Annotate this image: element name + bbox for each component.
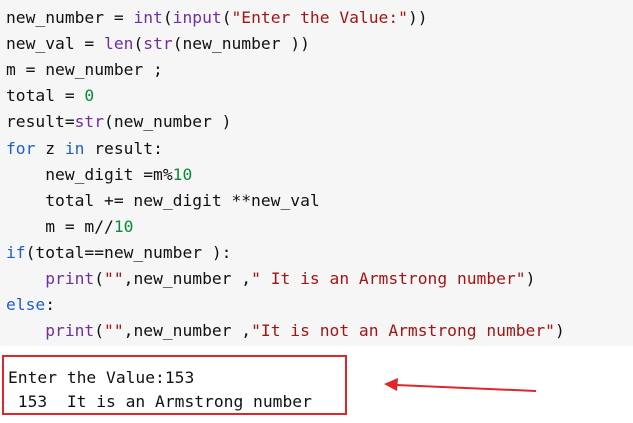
code-token-plain: new_digit =m% bbox=[6, 164, 173, 184]
code-line: total = 0 bbox=[6, 83, 94, 109]
code-token-func: len bbox=[104, 34, 134, 54]
output-highlight-box: Enter the Value:153 153 It is an Armstro… bbox=[2, 355, 347, 415]
code-token-plain: result: bbox=[84, 138, 163, 158]
code-token-plain: z bbox=[35, 138, 65, 158]
code-line: else: bbox=[6, 292, 55, 318]
code-token-plain: ( bbox=[162, 8, 173, 27]
code-line: if(total==new_number ): bbox=[6, 240, 231, 266]
code-token-plain: ( bbox=[94, 269, 105, 288]
code-token-plain: ( bbox=[94, 321, 105, 341]
code-panel: new_number = int(input("Enter the Value:… bbox=[0, 0, 633, 346]
code-token-plain: m = m// bbox=[6, 216, 114, 236]
code-token-plain: )) bbox=[407, 8, 428, 27]
code-token-plain: result= bbox=[6, 112, 75, 132]
code-token-str: " It is an Armstrong number" bbox=[251, 269, 526, 288]
code-token-str: "It is not an Armstrong number" bbox=[251, 321, 555, 341]
code-token-plain: ,new_number , bbox=[123, 321, 252, 341]
code-line: m = new_number ; bbox=[6, 57, 163, 83]
arrow-head bbox=[384, 378, 398, 391]
code-token-plain: ,new_number , bbox=[123, 269, 252, 288]
code-token-func: str bbox=[74, 112, 105, 132]
code-token-num: 0 bbox=[84, 86, 95, 106]
code-line: for z in result: bbox=[6, 136, 163, 162]
left-arrow-icon bbox=[384, 378, 537, 392]
code-token-num: 10 bbox=[113, 216, 134, 236]
code-line: new_digit =m%10 bbox=[6, 162, 192, 188]
code-line: print("",new_number ,"It is not an Armst… bbox=[6, 318, 565, 344]
code-line: new_number = int(input("Enter the Value:… bbox=[6, 5, 428, 31]
code-line: result=str(new_number ) bbox=[6, 109, 231, 135]
code-token-str: "" bbox=[104, 321, 124, 341]
code-token-func: str bbox=[143, 34, 173, 54]
code-token-plain: (new_number ) bbox=[104, 112, 232, 132]
code-token-plain: : bbox=[45, 295, 56, 315]
output-line-result: 153 It is an Armstrong number bbox=[8, 392, 312, 411]
code-token-str: "" bbox=[104, 269, 124, 288]
code-token-func: print bbox=[45, 321, 95, 341]
code-token-plain: total += new_digit **new_val bbox=[6, 190, 320, 210]
code-token-plain: ( bbox=[133, 34, 144, 54]
arrow-shaft bbox=[395, 384, 537, 392]
code-token-kw: for bbox=[6, 138, 36, 158]
code-token-plain: total = bbox=[6, 86, 85, 106]
code-token-kw: else bbox=[6, 295, 46, 315]
code-line: total += new_digit **new_val bbox=[6, 188, 320, 214]
code-token-func: input bbox=[172, 8, 222, 27]
code-token-str: "Enter the Value:" bbox=[231, 8, 408, 27]
code-token-num: 10 bbox=[172, 164, 193, 184]
code-line: new_val = len(str(new_number )) bbox=[6, 31, 310, 57]
code-token-plain: (total==new_number ): bbox=[25, 242, 232, 262]
code-token-func: print bbox=[45, 269, 95, 288]
code-token-plain: m = new_number ; bbox=[6, 60, 163, 80]
code-token-plain: ) bbox=[525, 269, 536, 288]
code-token-plain: ( bbox=[221, 8, 232, 27]
code-token-plain: (new_number )) bbox=[172, 34, 310, 54]
code-token-kw: in bbox=[64, 138, 85, 158]
code-token-plain: new_number = bbox=[6, 8, 134, 27]
code-token-plain: new_val = bbox=[6, 34, 105, 54]
code-token-func: int bbox=[133, 8, 163, 27]
output-line-prompt: Enter the Value:153 bbox=[8, 368, 195, 387]
code-line: print("",new_number ," It is an Armstron… bbox=[6, 266, 535, 292]
code-token-kw: if bbox=[6, 242, 26, 262]
code-line: m = m//10 bbox=[6, 214, 133, 240]
code-token-plain: ) bbox=[554, 321, 565, 341]
